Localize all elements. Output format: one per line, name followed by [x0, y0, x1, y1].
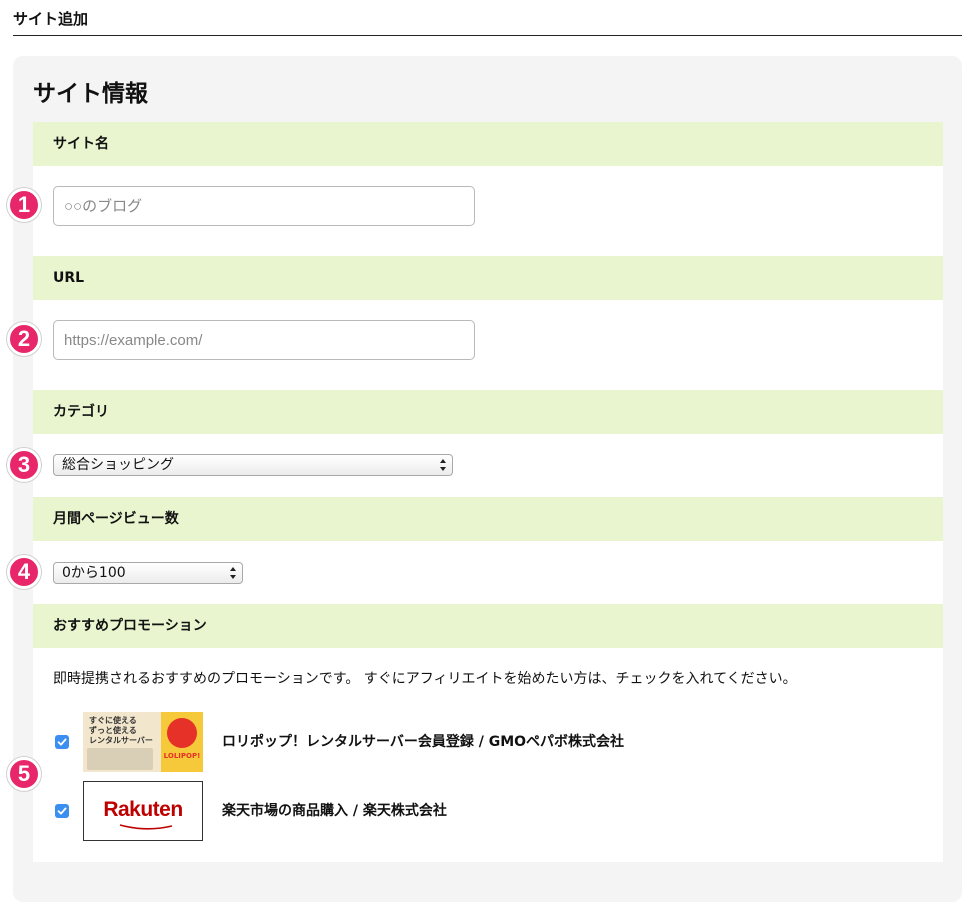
laptop-illustration: [87, 748, 153, 770]
pageviews-selected-value: 0から100: [62, 565, 126, 581]
step-badge-1: 1: [7, 188, 41, 222]
pageviews-select[interactable]: 0から100: [53, 562, 243, 584]
checkmark-icon: [57, 807, 67, 815]
card-title: サイト情報: [33, 81, 148, 107]
promotion-description: 即時提携されるおすすめのプロモーションです。 すぐにアフィリエイトを始めたい方は…: [53, 671, 797, 687]
page-header: サイト追加: [13, 8, 962, 36]
section-header-pageviews: 月間ページビュー数: [33, 497, 943, 541]
rakuten-banner[interactable]: Rakuten: [83, 781, 203, 841]
section-header-category: カテゴリ: [33, 390, 943, 434]
section-header-url: URL: [33, 256, 943, 300]
step-badge-5: 5: [7, 757, 41, 791]
promotion-item-lolipop: すぐに使える ずっと使える レンタルサーバー LOLIPOP! ロリポップ！レン…: [33, 712, 943, 774]
rakuten-swoosh-icon: [119, 824, 173, 830]
updown-arrows-icon: [230, 567, 236, 579]
lolipop-promotion-label: ロリポップ！レンタルサーバー会員登録 / GMOペパボ株式会社: [222, 734, 625, 750]
rakuten-logo: Rakuten: [103, 798, 183, 821]
rakuten-checkbox[interactable]: [55, 804, 69, 818]
category-selected-value: 総合ショッピング: [62, 457, 174, 473]
lolipop-logo-panel: LOLIPOP!: [161, 712, 203, 772]
site-name-input[interactable]: [53, 186, 475, 226]
lolipop-checkbox[interactable]: [55, 735, 69, 749]
site-info-form: サイト名 URL カテゴリ 総合ショッピング 月間ページビュー数 0から100 …: [33, 122, 943, 862]
lolipop-banner-text: すぐに使える ずっと使える レンタルサーバー: [89, 716, 153, 745]
page-title: サイト追加: [13, 10, 89, 28]
lolipop-logo-text: LOLIPOP!: [163, 752, 201, 760]
updown-arrows-icon: [440, 459, 446, 471]
checkmark-icon: [57, 738, 67, 746]
step-badge-2: 2: [7, 322, 41, 356]
lolipop-banner[interactable]: すぐに使える ずっと使える レンタルサーバー LOLIPOP!: [83, 712, 203, 772]
category-select[interactable]: 総合ショッピング: [53, 454, 453, 476]
promotion-item-rakuten: Rakuten 楽天市場の商品購入 / 楽天株式会社: [33, 781, 943, 843]
rakuten-promotion-label: 楽天市場の商品購入 / 楽天株式会社: [222, 803, 447, 819]
url-input[interactable]: [53, 320, 475, 360]
lolipop-logo-icon: [167, 718, 197, 748]
section-header-promotion: おすすめプロモーション: [33, 604, 943, 648]
step-badge-4: 4: [7, 555, 41, 589]
step-badge-3: 3: [7, 448, 41, 482]
section-header-site-name: サイト名: [33, 122, 943, 166]
site-info-card: サイト情報 サイト名 URL カテゴリ 総合ショッピング 月間ページビュー数 0…: [13, 56, 962, 902]
